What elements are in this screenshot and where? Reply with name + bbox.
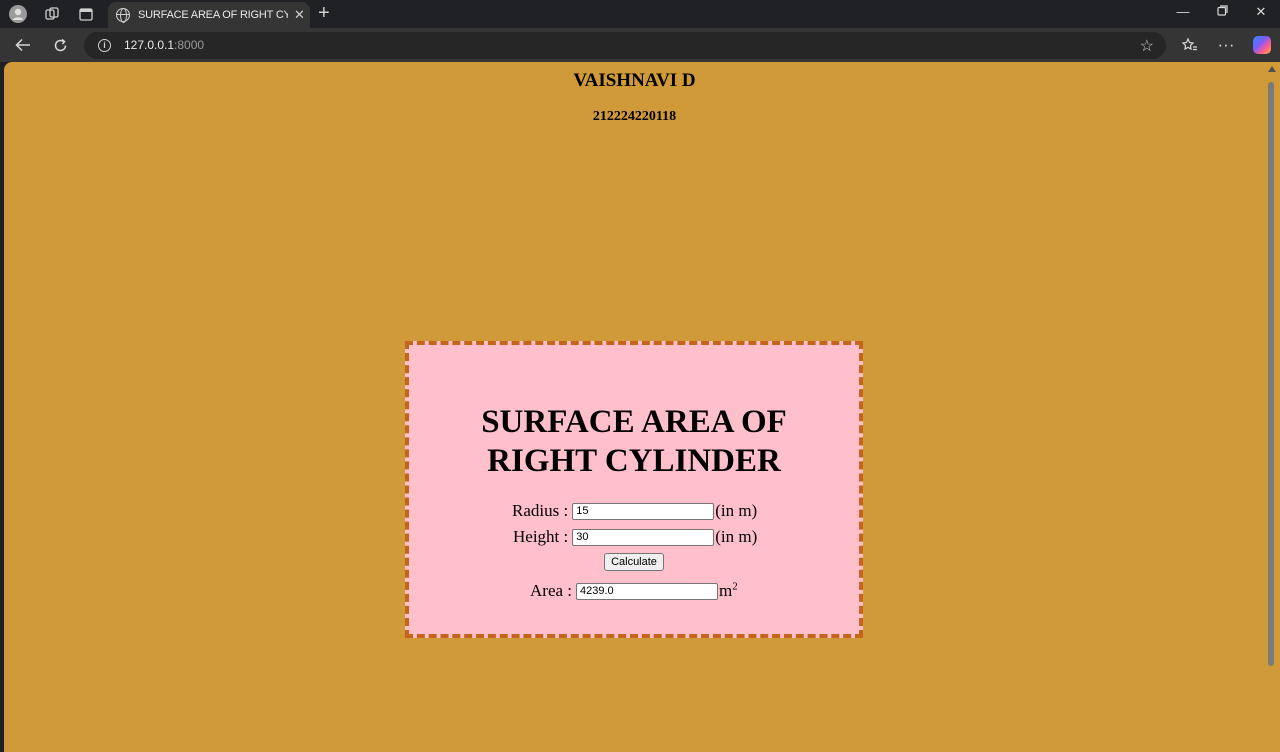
- globe-icon: [116, 8, 130, 23]
- page-title: SURFACE AREA OF RIGHT CYLINDER: [481, 404, 787, 479]
- browser-toolbar: i 127.0.0.1:8000 ☆ ···: [0, 28, 1280, 62]
- height-row: Height : (in m): [513, 527, 757, 547]
- scroll-thumb[interactable]: [1268, 82, 1274, 666]
- reload-icon[interactable]: [50, 35, 70, 55]
- close-window-icon[interactable]: ✕: [1251, 4, 1271, 20]
- radius-input[interactable]: [572, 502, 715, 520]
- new-tab-icon[interactable]: +: [318, 3, 330, 23]
- address-bar[interactable]: i 127.0.0.1:8000 ☆: [84, 32, 1166, 59]
- browser-title-bar: SURFACE AREA OF RIGHT CYLIND ✕ + — ✕: [0, 0, 1280, 28]
- close-tab-icon[interactable]: ✕: [294, 7, 305, 23]
- calculator-card: SURFACE AREA OF RIGHT CYLINDER Radius : …: [405, 341, 863, 638]
- favorites-icon[interactable]: [1180, 35, 1200, 55]
- height-label: Height :: [513, 527, 569, 546]
- tab-actions-icon[interactable]: [76, 4, 96, 24]
- favorite-star-icon[interactable]: ☆: [1140, 36, 1154, 56]
- tab-title: SURFACE AREA OF RIGHT CYLIND: [138, 9, 288, 21]
- student-id: 212224220118: [592, 109, 677, 124]
- url-text[interactable]: 127.0.0.1:8000: [124, 38, 204, 52]
- student-name: VAISHNAVI D: [573, 70, 696, 91]
- active-tab[interactable]: SURFACE AREA OF RIGHT CYLIND ✕: [108, 2, 310, 28]
- area-unit: m2: [719, 580, 738, 600]
- minimize-icon[interactable]: —: [1173, 4, 1193, 19]
- vertical-scrollbar[interactable]: [1265, 62, 1280, 752]
- height-input[interactable]: [572, 528, 715, 546]
- area-label: Area :: [530, 581, 573, 600]
- profile-icon[interactable]: [8, 4, 28, 24]
- area-output[interactable]: [576, 582, 719, 600]
- site-info-icon[interactable]: i: [98, 39, 111, 52]
- radius-row: Radius : (in m): [512, 501, 757, 521]
- scroll-up-arrow-icon[interactable]: [1268, 66, 1276, 72]
- back-icon[interactable]: [13, 35, 33, 55]
- area-row: Area : m2: [530, 581, 738, 601]
- restore-icon[interactable]: [1212, 4, 1232, 19]
- calculate-button[interactable]: Calculate: [604, 553, 664, 571]
- more-menu-icon[interactable]: ···: [1216, 35, 1236, 55]
- radius-label: Radius :: [512, 501, 569, 520]
- workspaces-icon[interactable]: [42, 4, 62, 24]
- page-viewport: VAISHNAVI D 212224220118 SURFACE AREA OF…: [4, 62, 1265, 752]
- copilot-icon[interactable]: [1253, 36, 1271, 54]
- height-unit: (in m): [715, 527, 758, 546]
- radius-unit: (in m): [715, 501, 758, 520]
